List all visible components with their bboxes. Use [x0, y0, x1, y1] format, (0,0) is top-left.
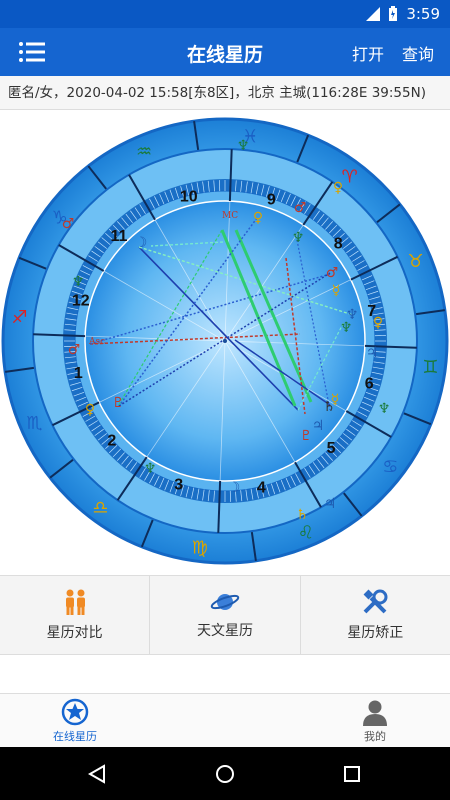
- chart-rectify-button[interactable]: 星历矫正: [301, 576, 450, 654]
- house-number: 1: [74, 365, 83, 382]
- recents-icon[interactable]: [343, 765, 361, 783]
- house-number: 10: [180, 188, 198, 205]
- signal-icon: [366, 7, 381, 21]
- neptune-ring-glyph: ♆: [378, 401, 391, 417]
- status-time: 3:59: [406, 5, 440, 23]
- compare-chart-label: 星历对比: [46, 625, 103, 641]
- tab-online-chart[interactable]: 在线星历: [35, 698, 115, 744]
- natal-chart-wheel[interactable]: ♉♈♓♒♑♐♏♎♍♌♋♊ 123 456789101112 ☽♀♂♆♂♆♆♄♃♇☿…: [0, 110, 450, 575]
- bottom-tab-bar: 在线星历 我的: [0, 693, 450, 747]
- jupiter-ring-glyph: ♃: [366, 345, 379, 361]
- house-number: 6: [365, 375, 374, 392]
- query-button[interactable]: 查询: [402, 41, 434, 65]
- gemini-sign-glyph: ♊: [422, 357, 438, 378]
- neptune-outer-glyph: ♆: [72, 274, 85, 290]
- scorpio-sign-glyph: ♏: [26, 413, 42, 434]
- virgo-sign-glyph: ♍: [192, 537, 208, 558]
- leo-sign-glyph: ♌: [298, 523, 314, 544]
- house-number: 3: [174, 477, 183, 494]
- tab-mine[interactable]: 我的: [335, 698, 415, 744]
- neptune-top-glyph: ♆: [237, 138, 250, 154]
- house-number: 11: [110, 228, 127, 245]
- venus-glyph: ♀: [253, 210, 263, 226]
- jupiter-low-glyph: ♃: [324, 496, 337, 512]
- mc-label: MC: [222, 211, 238, 221]
- chart-rectify-label: 星历矫正: [347, 625, 404, 641]
- tools-icon: [363, 589, 388, 614]
- moon-glyph: ☽: [135, 235, 148, 251]
- mars-outer-glyph: ♂: [68, 342, 81, 358]
- jupiter-glyph: ♃: [312, 418, 325, 434]
- neptune-low-glyph: ♆: [144, 461, 157, 477]
- battery-icon: [389, 6, 398, 21]
- mercury-ring-glyph: ☿: [332, 283, 341, 299]
- astro-ephemeris-label: 天文星历: [196, 623, 253, 639]
- planet-icon: [210, 594, 240, 610]
- sagittarius-sign-glyph: ♐: [11, 307, 27, 328]
- back-icon[interactable]: [87, 764, 107, 784]
- house-number: 4: [257, 480, 266, 497]
- cancer-sign-glyph: ♋: [382, 457, 398, 478]
- content-spacer: [0, 655, 450, 693]
- pluto-glyph: ♇: [300, 428, 313, 444]
- house-number: 12: [72, 293, 90, 310]
- open-button[interactable]: 打开: [352, 41, 384, 65]
- astro-ephemeris-button[interactable]: 天文星历: [150, 576, 301, 654]
- venus-ring-glyph: ♀: [373, 315, 383, 331]
- libra-sign-glyph: ♎: [92, 497, 108, 518]
- menu-icon[interactable]: [18, 40, 46, 64]
- mercury-glyph: ☿: [331, 392, 340, 408]
- status-bar: 3:59: [0, 0, 450, 28]
- aries-sign-glyph: ♈: [342, 167, 358, 188]
- mars-glyph: ♂: [294, 200, 307, 216]
- compare-chart-button[interactable]: 星历对比: [0, 576, 151, 654]
- saturn-low-glyph: ♄: [296, 507, 309, 523]
- home-icon[interactable]: [215, 764, 235, 784]
- system-nav-bar: [0, 747, 450, 800]
- pluto-2-glyph: ♇: [112, 395, 125, 411]
- star-badge-icon: [61, 698, 89, 726]
- neptune-2-glyph: ♆: [340, 320, 353, 336]
- chart-info-line: 匿名/女，2020-04-02 15:58[东8区]，北京 主城(116:28E…: [0, 76, 450, 110]
- mars-left-glyph: ♂: [62, 216, 75, 232]
- mars-ring-glyph: ♂: [326, 265, 339, 281]
- house-number: 2: [107, 432, 116, 449]
- venus-top-glyph: ♀: [333, 180, 343, 196]
- venus-outer-glyph: ♀: [85, 402, 95, 418]
- house-number: 9: [267, 191, 276, 208]
- house-number: 5: [327, 440, 336, 457]
- house-number: 8: [334, 236, 343, 253]
- taurus-sign-glyph: ♉: [407, 251, 423, 272]
- aquarius-sign-glyph: ♒: [136, 141, 152, 162]
- astro-chart-area: ♉ ♈ ♓ ♒ ♑ ♐ ♏ ♎ ♍ ♌ ♋ ♊ 1 2 3 4 5 6 7 8 9 10 11 12 ☽ ♀ ♂ ♆ ♂ ♆ ♆ ♄ ♃ ♇ ☿…: [0, 110, 450, 575]
- app-bar: 在线星历 打开 查询: [0, 28, 450, 76]
- tab-online-chart-label: 在线星历: [53, 730, 97, 743]
- couple-icon: [65, 589, 85, 615]
- asc-label: Asc: [88, 337, 105, 347]
- tab-mine-label: 我的: [364, 730, 386, 743]
- tools-row: 星历对比 天文星历 星历矫正: [0, 575, 450, 655]
- moon-outer-glyph: ☽: [228, 480, 241, 496]
- neptune-glyph: ♆: [292, 230, 305, 246]
- person-icon: [363, 700, 387, 726]
